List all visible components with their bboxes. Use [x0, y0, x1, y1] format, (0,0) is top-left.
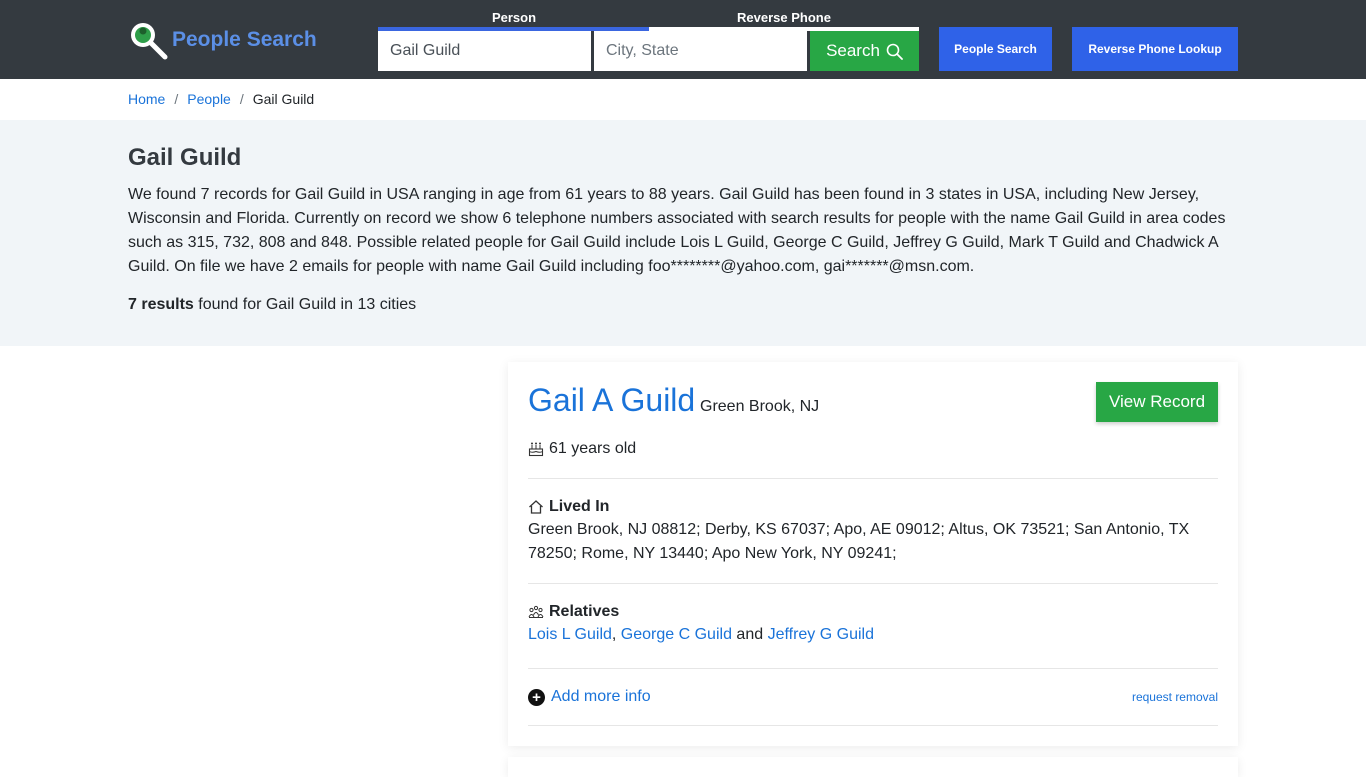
search-button-label: Search	[826, 41, 880, 60]
relatives-separator: ,	[611, 626, 621, 643]
results-count-bold: 7 results	[128, 296, 194, 313]
person-name-link[interactable]: Gail A Guild	[528, 382, 695, 419]
relative-link[interactable]: Lois L Guild	[528, 626, 612, 643]
add-more-info-link[interactable]: + Add more info	[528, 688, 651, 706]
results-count: 7 results found for Gail Guild in 13 cit…	[128, 296, 416, 314]
breadcrumb-separator: /	[174, 91, 179, 107]
logo-text: People Search	[172, 28, 317, 51]
divider	[528, 583, 1218, 584]
divider	[528, 668, 1218, 669]
summary-description: We found 7 records for Gail Guild in USA…	[128, 186, 1226, 275]
request-removal-link[interactable]: request removal	[1132, 690, 1218, 704]
result-card: Gail A Guild Green Brook, NJ View Record…	[508, 362, 1238, 746]
top-navbar: People Search Person Reverse Phone Searc…	[0, 0, 1366, 79]
tab-person[interactable]: Person	[408, 10, 620, 25]
search-button[interactable]: Search	[810, 31, 919, 71]
reverse-phone-lookup-button[interactable]: Reverse Phone Lookup	[1072, 27, 1238, 71]
relative-link[interactable]: George C Guild	[621, 626, 732, 643]
breadcrumb-people[interactable]: People	[187, 91, 231, 107]
city-state-input[interactable]	[594, 31, 807, 71]
person-location: Green Brook, NJ	[700, 398, 820, 415]
house-icon	[529, 500, 543, 514]
breadcrumb-separator: /	[239, 91, 244, 107]
plus-circle-icon: +	[528, 688, 545, 706]
view-record-button[interactable]: View Record	[1096, 382, 1218, 422]
breadcrumb-current: Gail Guild	[252, 91, 315, 107]
add-more-info-label: Add more info	[551, 688, 651, 705]
lived-in-title: Lived In	[528, 498, 609, 516]
people-icon	[528, 605, 544, 618]
people-search-button[interactable]: People Search	[939, 27, 1052, 71]
breadcrumb-home[interactable]: Home	[128, 91, 165, 107]
tab-reverse-phone[interactable]: Reverse Phone	[678, 10, 890, 25]
relatives-label: Relatives	[549, 603, 620, 620]
relatives-list: Lois L Guild, George C Guild and Jeffrey…	[528, 623, 1218, 647]
summary-section: Gail Guild We found 7 records for Gail G…	[0, 120, 1366, 346]
cake-icon	[528, 442, 544, 457]
age-row: 61 years old	[528, 440, 636, 458]
results-count-text: found for Gail Guild in 13 cities	[193, 296, 417, 313]
relative-link[interactable]: Jeffrey G Guild	[768, 626, 874, 643]
relatives-title: Relatives	[528, 603, 619, 621]
divider	[528, 478, 1218, 479]
age-text: 61 years old	[549, 440, 637, 457]
logo[interactable]: People Search	[128, 20, 317, 60]
divider	[528, 725, 1218, 726]
next-result-card	[508, 757, 1238, 777]
name-input[interactable]	[378, 31, 591, 71]
breadcrumb: Home / People / Gail Guild	[128, 91, 314, 107]
relatives-and: and	[731, 626, 768, 643]
lived-in-list: Green Brook, NJ 08812; Derby, KS 67037; …	[528, 521, 1190, 562]
page-title: Gail Guild	[128, 144, 242, 171]
lived-in-label: Lived In	[549, 498, 610, 515]
search-icon	[886, 43, 903, 60]
magnifier-logo-icon	[131, 23, 168, 60]
